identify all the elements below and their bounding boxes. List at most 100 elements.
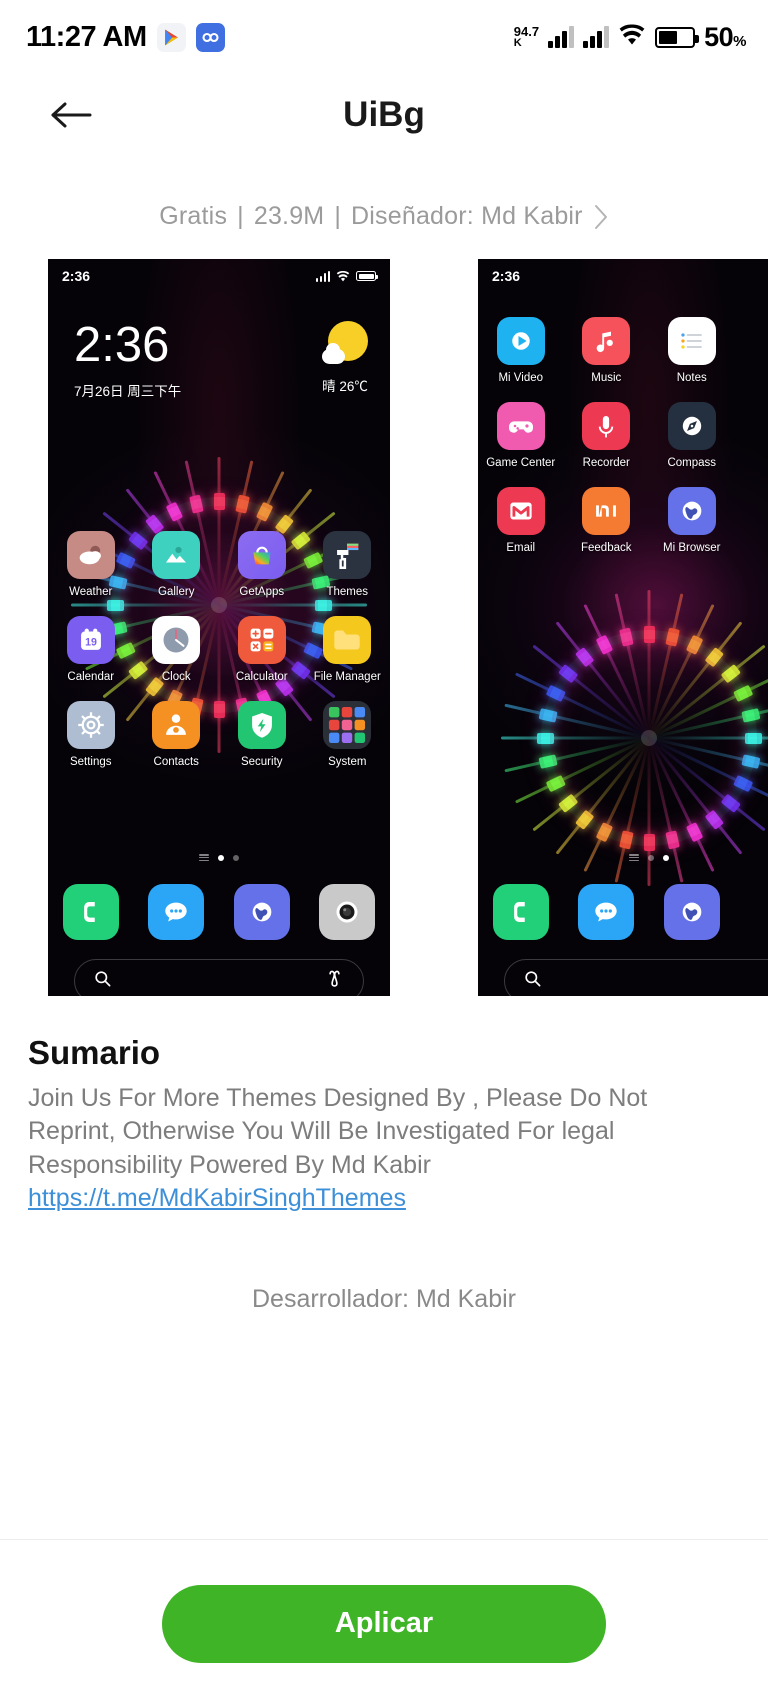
mi-browser-app-icon [667, 487, 716, 535]
app-music[interactable]: Music [564, 317, 650, 384]
dock-messages[interactable] [134, 884, 220, 940]
app-gallery[interactable]: Gallery [134, 531, 220, 598]
preview1-grid-row-3: Settings Contacts Security System [48, 701, 390, 768]
app-security[interactable]: Security [219, 701, 305, 768]
preview-screenshot-2[interactable]: 2:36 Mi Video Music Notes Game Center Re… [478, 259, 768, 996]
page-dot[interactable] [233, 854, 239, 861]
telegram-link[interactable]: https://t.me/MdKabirSinghThemes [28, 1184, 740, 1213]
apply-button[interactable]: Aplicar [162, 1584, 606, 1663]
app-label: Notes [676, 372, 707, 384]
preview1-page-indicator[interactable] [48, 854, 390, 861]
app-mi-video[interactable]: Mi Video [478, 317, 564, 384]
dock-phone[interactable] [48, 884, 134, 940]
app-drawer-icon[interactable] [199, 854, 209, 861]
status-bar-left: 11:27 AM [26, 21, 225, 54]
dock-browser[interactable] [649, 884, 735, 940]
feedback-app-icon [582, 487, 631, 535]
phone-icon [62, 884, 119, 940]
app-drawer-icon[interactable] [629, 854, 639, 861]
game-center-app-icon [496, 402, 545, 450]
preview2-grid-row-3: Email Feedback Mi Browser [478, 487, 768, 554]
email-app-icon [496, 487, 545, 535]
search-icon[interactable] [93, 969, 112, 993]
app-label: System [328, 756, 367, 768]
app-notes[interactable]: Notes [649, 317, 735, 384]
contacts-app-icon [152, 701, 201, 749]
page-dot[interactable] [648, 854, 654, 861]
app-feedback[interactable]: Feedback [564, 487, 650, 554]
app-label: Game Center [486, 457, 556, 469]
app-label: File Manager [313, 671, 381, 683]
app-calculator[interactable]: Calculator [219, 616, 305, 683]
preview1-status-bar: 2:36 [48, 259, 390, 293]
app-contacts[interactable]: Contacts [134, 701, 220, 768]
camera-icon [319, 884, 376, 940]
battery-icon [655, 26, 700, 48]
battery-percent-symbol: % [733, 32, 746, 50]
mi-ai-icon[interactable] [324, 968, 345, 994]
bottom-action-bar: Aplicar [0, 1539, 768, 1707]
preview1-signal-icon [315, 270, 330, 282]
app-themes[interactable]: Themes [305, 531, 391, 598]
app-system-folder[interactable]: System [305, 701, 391, 768]
app-game-center[interactable]: Game Center [478, 402, 564, 469]
preview1-battery-icon [356, 271, 378, 281]
phone-icon [492, 884, 549, 940]
app-label: Mi Browser [662, 542, 721, 554]
dock-browser[interactable] [219, 884, 305, 940]
preview1-app-grid: Weather Gallery GetApps Themes 19 Calend… [48, 531, 390, 768]
back-arrow-icon [51, 102, 92, 128]
theme-preview-carousel[interactable]: 2:36 2:36 7月26日 周三下午 晴 26℃ Weather Galle… [0, 259, 768, 996]
app-calendar[interactable]: 19 Calendar [48, 616, 134, 683]
app-getapps[interactable]: GetApps [219, 531, 305, 598]
dock-camera[interactable] [305, 884, 391, 940]
app-settings[interactable]: Settings [48, 701, 134, 768]
app-label: Music [591, 372, 622, 384]
dock-messages[interactable] [564, 884, 650, 940]
notes-app-icon [667, 317, 716, 365]
preview1-clock: 2:36 [62, 268, 91, 284]
preview2-search-bar[interactable] [504, 959, 768, 996]
preview1-weather-widget: 晴 26℃ [322, 321, 368, 395]
app-email[interactable]: Email [478, 487, 564, 554]
preview1-widget-time: 2:36 [74, 318, 170, 372]
preview1-grid-row-2: 19 Calendar Clock Calculator File Manage… [48, 616, 390, 683]
preview1-search-bar[interactable] [74, 959, 364, 996]
gallery-app-icon [152, 531, 201, 579]
back-button[interactable] [48, 92, 94, 138]
app-label: Compass [667, 457, 717, 469]
app-mi-browser[interactable]: Mi Browser [649, 487, 735, 554]
app-file-manager[interactable]: File Manager [305, 616, 391, 683]
app-compass[interactable]: Compass [649, 402, 735, 469]
mi-video-app-icon [496, 317, 545, 365]
signal-sim2-icon [583, 26, 610, 48]
page-dot-active[interactable] [218, 854, 224, 861]
signal-sim1-icon [548, 26, 575, 48]
summary-body: Join Us For More Themes Designed By , Pl… [28, 1084, 648, 1179]
page-dot-active[interactable] [663, 854, 669, 861]
preview2-page-indicator[interactable] [478, 854, 768, 861]
app-recorder[interactable]: Recorder [564, 402, 650, 469]
chevron-right-icon[interactable] [593, 203, 609, 231]
preview1-dock [48, 884, 390, 940]
sun-cloud-icon [322, 321, 368, 367]
app-label: Weather [69, 586, 113, 598]
network-speed-indicator: 94.7 K [514, 25, 539, 49]
theme-price: Gratis [159, 202, 228, 230]
app-label: Clock [161, 671, 191, 683]
search-icon[interactable] [523, 969, 542, 993]
dock-phone[interactable] [478, 884, 564, 940]
preview1-widget-date: 7月26日 周三下午 [74, 384, 182, 399]
app-label: Security [240, 756, 283, 768]
preview1-wifi-icon [336, 270, 350, 282]
app-clock[interactable]: Clock [134, 616, 220, 683]
weather-app-icon [66, 531, 115, 579]
preview1-status-icons [315, 270, 378, 282]
app-weather[interactable]: Weather [48, 531, 134, 598]
app-label: Email [506, 542, 536, 554]
network-speed-unit: K [513, 37, 522, 49]
clock-app-icon [152, 616, 201, 664]
getapps-app-icon [237, 531, 286, 579]
theme-meta-row[interactable]: Gratis | 23.9M | Diseñador: Md Kabir [0, 156, 768, 259]
preview-screenshot-1[interactable]: 2:36 2:36 7月26日 周三下午 晴 26℃ Weather Galle… [48, 259, 390, 996]
